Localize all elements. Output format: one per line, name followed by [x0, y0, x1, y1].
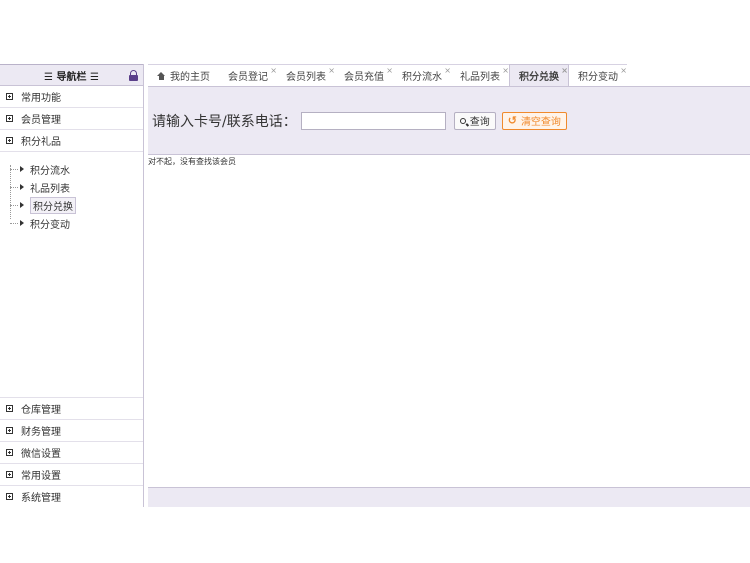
close-icon[interactable]: ×: [386, 66, 393, 75]
caret-right-icon: [20, 202, 24, 208]
expand-icon: [6, 493, 13, 500]
tree-item-label: 积分变动: [30, 219, 70, 231]
sidebar-bottom-groups: 仓库管理 财务管理 微信设置 常用设置 系统管理: [0, 397, 143, 507]
expand-icon: [6, 137, 13, 144]
sidebar-group-members[interactable]: 会员管理: [0, 108, 143, 130]
search-icon: [459, 117, 466, 124]
sidebar-group-label: 积分礼品: [21, 137, 61, 148]
close-icon[interactable]: ×: [620, 66, 627, 75]
close-icon[interactable]: ×: [502, 66, 509, 75]
tab-gift-list[interactable]: 礼品列表 ×: [451, 64, 509, 86]
home-icon: [157, 71, 166, 80]
expand-icon: [6, 405, 13, 412]
tree-item-points-flow[interactable]: 积分流水: [0, 160, 143, 178]
sidebar-group-points-gifts[interactable]: 积分礼品: [0, 130, 143, 152]
lock-icon[interactable]: [129, 70, 138, 81]
sidebar-group-label: 系统管理: [21, 493, 61, 504]
result-message: 对不起，没有查找该会员: [148, 157, 236, 166]
sidebar-title: ☰ 导航栏 ☰: [44, 71, 99, 83]
search-input[interactable]: [300, 111, 446, 130]
clear-query-button[interactable]: ↺ 清空查询: [501, 111, 567, 130]
footer-bar: [148, 487, 750, 507]
sidebar: ☰ 导航栏 ☰ 常用功能 会员管理 积分礼品 积分流水 礼品列表 积分兑换 积分…: [0, 64, 144, 507]
sidebar-group-label: 微信设置: [21, 449, 61, 460]
tab-label: 礼品列表: [460, 72, 500, 83]
tree-item-points-exchange[interactable]: 积分兑换: [0, 196, 143, 214]
tab-label: 积分兑换: [519, 72, 559, 83]
sidebar-group-system[interactable]: 系统管理: [0, 485, 143, 507]
expand-icon: [6, 471, 13, 478]
tab-label: 我的主页: [170, 72, 210, 83]
tab-home[interactable]: 我的主页: [148, 64, 219, 86]
close-icon[interactable]: ×: [328, 66, 335, 75]
tree-item-label: 礼品列表: [30, 183, 70, 195]
sidebar-group-label: 财务管理: [21, 427, 61, 438]
tab-points-flow[interactable]: 积分流水 ×: [393, 64, 451, 86]
expand-icon: [6, 115, 13, 122]
app-window: ☰ 导航栏 ☰ 常用功能 会员管理 积分礼品 积分流水 礼品列表 积分兑换 积分…: [0, 64, 750, 507]
sidebar-group-settings[interactable]: 常用设置: [0, 463, 143, 485]
sidebar-group-label: 常用设置: [21, 471, 61, 482]
sidebar-group-finance[interactable]: 财务管理: [0, 419, 143, 441]
caret-right-icon: [20, 184, 24, 190]
close-icon[interactable]: ×: [270, 66, 277, 75]
sidebar-group-wechat[interactable]: 微信设置: [0, 441, 143, 463]
sidebar-group-common[interactable]: 常用功能: [0, 86, 143, 108]
sidebar-tree: 积分流水 礼品列表 积分兑换 积分变动: [0, 152, 143, 386]
tree-item-points-change[interactable]: 积分变动: [0, 214, 143, 232]
tree-item-label: 积分兑换: [30, 196, 76, 214]
close-icon[interactable]: ×: [444, 66, 451, 75]
tree-item-gift-list[interactable]: 礼品列表: [0, 178, 143, 196]
close-icon[interactable]: ×: [561, 66, 568, 75]
tab-points-change[interactable]: 积分变动 ×: [569, 64, 627, 86]
sidebar-header: ☰ 导航栏 ☰: [0, 64, 143, 86]
expand-icon: [6, 427, 13, 434]
query-button[interactable]: 查询: [453, 111, 496, 130]
sidebar-group-warehouse[interactable]: 仓库管理: [0, 397, 143, 419]
undo-icon: ↺: [507, 114, 517, 127]
caret-right-icon: [20, 166, 24, 172]
search-label: 请输入卡号/联系电话：: [152, 113, 297, 130]
tab-label: 会员充值: [344, 72, 384, 83]
tab-label: 会员登记: [228, 72, 268, 83]
caret-right-icon: [20, 220, 24, 226]
sidebar-group-label: 会员管理: [21, 115, 61, 126]
sidebar-group-label: 仓库管理: [21, 405, 61, 416]
tab-points-exchange[interactable]: 积分兑换 ×: [509, 64, 569, 86]
sidebar-group-label: 常用功能: [21, 93, 61, 104]
query-button-label: 查询: [469, 117, 490, 128]
tab-label: 积分流水: [402, 72, 442, 83]
tab-member-list[interactable]: 会员列表 ×: [277, 64, 335, 86]
main-content: 我的主页 会员登记 × 会员列表 × 会员充值 × 积分流水 × 礼品列表 ×: [148, 64, 750, 507]
tree-item-label: 积分流水: [30, 165, 70, 177]
expand-icon: [6, 93, 13, 100]
tab-bar: 我的主页 会员登记 × 会员列表 × 会员充值 × 积分流水 × 礼品列表 ×: [148, 64, 750, 87]
tab-member-register[interactable]: 会员登记 ×: [219, 64, 277, 86]
tab-label: 会员列表: [286, 72, 326, 83]
expand-icon: [6, 449, 13, 456]
tab-label: 积分变动: [578, 72, 618, 83]
search-bar: 请输入卡号/联系电话： 查询 ↺ 清空查询: [148, 87, 750, 155]
clear-button-label: 清空查询: [520, 117, 561, 128]
tab-member-recharge[interactable]: 会员充值 ×: [335, 64, 393, 86]
